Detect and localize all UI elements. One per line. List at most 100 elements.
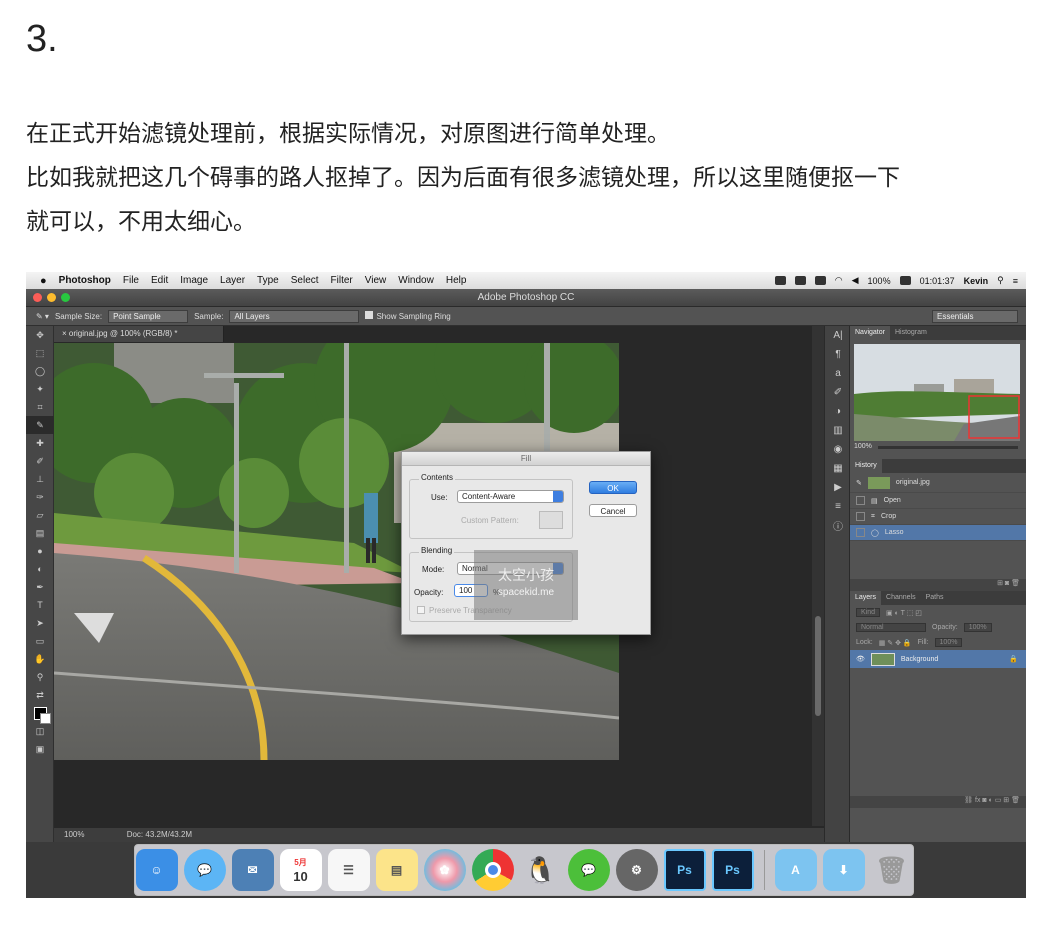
finder-icon[interactable]: ☺ (135, 849, 178, 891)
tab-history[interactable]: History (850, 459, 882, 473)
character-icon[interactable]: A| (825, 326, 851, 345)
use-select[interactable]: Content-Aware (457, 490, 564, 503)
menu-type[interactable]: Type (257, 275, 279, 286)
notes-icon[interactable]: ▤ (375, 849, 418, 891)
status-zoom[interactable]: 100% (64, 830, 84, 839)
shape-tool-icon[interactable]: ▭ (26, 632, 54, 650)
battery-icon[interactable] (899, 276, 911, 285)
path-select-icon[interactable]: ➤ (26, 614, 54, 632)
tab-layers[interactable]: Layers (850, 591, 882, 605)
vertical-scrollbar[interactable] (812, 326, 824, 826)
status-icon[interactable] (794, 276, 806, 285)
swap-colors-icon[interactable]: ⇄ (26, 686, 54, 704)
styles-icon[interactable]: ▥ (825, 421, 851, 440)
show-ring-checkbox[interactable]: Show Sampling Ring (365, 311, 451, 321)
menu-select[interactable]: Select (291, 275, 319, 286)
photoshop-icon[interactable]: Ps (711, 849, 754, 891)
trash-icon[interactable]: 🗑 (871, 849, 913, 891)
glyphs-icon[interactable]: a (825, 364, 851, 383)
filter-icons[interactable]: ▣ ◐ T ⬚ ◰ (886, 609, 922, 617)
apple-icon[interactable]: ● (40, 275, 47, 287)
wifi-icon[interactable]: ◠ (835, 275, 843, 286)
eyedropper-tool-icon[interactable]: ✎ (26, 416, 54, 434)
messages-icon[interactable]: 💬 (183, 849, 226, 891)
tab-navigator[interactable]: Navigator (850, 326, 890, 340)
spotlight-icon[interactable]: ⚲ (997, 275, 1004, 286)
menu-filter[interactable]: Filter (331, 275, 353, 286)
quick-mask-icon[interactable]: ◫ (26, 722, 54, 740)
menu-app-name[interactable]: Photoshop (59, 275, 111, 286)
blur-tool-icon[interactable]: ● (26, 542, 54, 560)
zoom-icon[interactable] (61, 293, 70, 302)
chrome-icon[interactable] (471, 849, 514, 891)
applications-folder-icon[interactable]: A (774, 849, 817, 891)
close-icon[interactable] (33, 293, 42, 302)
history-item[interactable]: ▤ Open (850, 493, 1026, 509)
wechat-icon[interactable]: 💬 (567, 849, 610, 891)
properties-icon[interactable]: ≡ (825, 497, 851, 516)
layer-opacity-value[interactable]: 100% (963, 623, 992, 632)
blend-mode-select[interactable]: Normal (856, 623, 926, 632)
volume-icon[interactable]: ◀ (852, 275, 859, 286)
marquee-tool-icon[interactable]: ⬚ (26, 344, 54, 362)
gradient-tool-icon[interactable]: ▤ (26, 524, 54, 542)
reminders-icon[interactable]: ☰ (327, 849, 370, 891)
tab-channels[interactable]: Channels (881, 591, 921, 605)
sample-size-select[interactable]: Point Sample (108, 309, 189, 323)
lock-icons[interactable]: ▦ ✎ ✥ 🔒 (879, 639, 912, 647)
screen-mode-icon[interactable]: ▣ (26, 740, 54, 758)
battery-text[interactable]: 100% (868, 276, 891, 286)
status-icon[interactable] (814, 276, 826, 285)
sample-select[interactable]: All Layers (229, 309, 360, 323)
history-snapshot[interactable]: ✎ original.jpg (850, 473, 1026, 493)
calendar-icon[interactable]: 5月 10 (279, 849, 322, 891)
menu-help[interactable]: Help (446, 275, 467, 286)
type-tool-icon[interactable]: T (26, 596, 54, 614)
crop-tool-icon[interactable]: ⌗ (26, 398, 54, 416)
quick-select-tool-icon[interactable]: ✦ (26, 380, 54, 398)
qq-icon[interactable]: 🐧 (520, 849, 562, 891)
pen-tool-icon[interactable]: ✒ (26, 578, 54, 596)
notification-icon[interactable]: ≡ (1013, 276, 1018, 286)
preview-icon[interactable]: ✉ (231, 849, 274, 891)
menu-view[interactable]: View (365, 275, 387, 286)
healing-tool-icon[interactable]: ✚ (26, 434, 54, 452)
photoshop-icon[interactable]: Ps (663, 849, 706, 891)
brush-panel-icon[interactable]: ✐ (825, 383, 851, 402)
history-brush-icon[interactable]: ✑ (26, 488, 54, 506)
lasso-tool-icon[interactable]: ◯ (26, 362, 54, 380)
cancel-button[interactable]: Cancel (589, 504, 637, 517)
menu-window[interactable]: Window (398, 275, 434, 286)
workspace-select[interactable]: Essentials (932, 310, 1018, 323)
eyedropper-icon[interactable]: ✎ ▾ (36, 312, 49, 321)
menu-file[interactable]: File (123, 275, 139, 286)
tab-paths[interactable]: Paths (921, 591, 949, 605)
zoom-tool-icon[interactable]: ⚲ (26, 668, 54, 686)
photos-icon[interactable]: ✿ (423, 849, 466, 891)
ok-button[interactable]: OK (589, 481, 637, 494)
status-doc-size[interactable]: Doc: 43.2M/43.2M (127, 830, 192, 839)
menu-layer[interactable]: Layer (220, 275, 245, 286)
navigator-thumbnail[interactable] (854, 344, 1020, 441)
menu-edit[interactable]: Edit (151, 275, 168, 286)
clock-text[interactable]: 01:01:37 (920, 276, 955, 286)
actions-icon[interactable]: ▶ (825, 478, 851, 497)
document-tab[interactable]: × original.jpg @ 100% (RGB/8) * (54, 326, 224, 342)
adjustments-icon[interactable]: ◑ (825, 402, 851, 421)
zoom-slider[interactable] (877, 445, 1018, 449)
status-icon[interactable] (774, 276, 786, 285)
custom-pattern-picker[interactable] (539, 511, 563, 529)
stamp-tool-icon[interactable]: ⊥ (26, 470, 54, 488)
kind-select[interactable]: Kind (856, 608, 881, 617)
history-item[interactable]: ◯ Lasso (850, 525, 1026, 541)
paragraph-icon[interactable]: ¶ (825, 345, 851, 364)
brush-tool-icon[interactable]: ✐ (26, 452, 54, 470)
color-swatches-icon[interactable] (26, 704, 54, 724)
downloads-folder-icon[interactable]: ⬇ (822, 849, 865, 891)
preserve-checkbox[interactable] (417, 606, 425, 614)
move-tool-icon[interactable]: ✥ (26, 326, 54, 344)
close-icon[interactable]: × (62, 329, 69, 338)
color-icon[interactable]: ◉ (825, 440, 851, 459)
navigator-zoom-value[interactable]: 100% (854, 441, 872, 453)
dodge-tool-icon[interactable]: ◐ (26, 560, 54, 578)
